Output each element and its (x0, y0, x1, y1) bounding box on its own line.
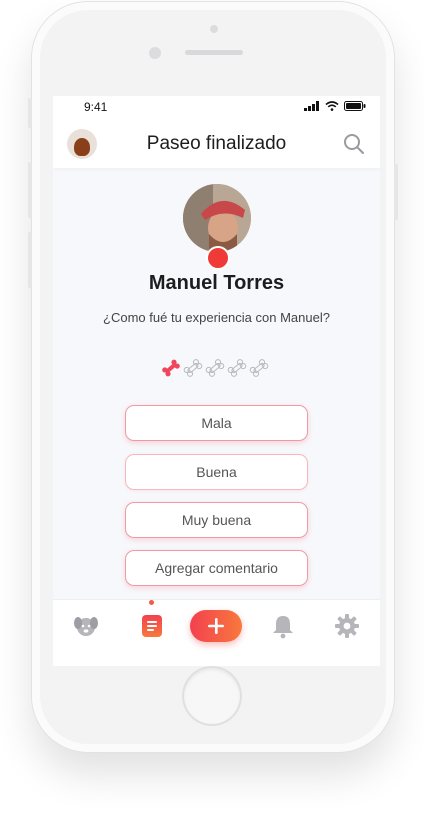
volume-down-button (28, 232, 32, 288)
power-button (394, 164, 398, 220)
gear-icon[interactable] (333, 612, 361, 640)
walker-photo (183, 184, 251, 252)
status-icons (304, 101, 366, 111)
header: Paseo finalizado (53, 120, 380, 168)
active-tab-indicator (149, 600, 154, 605)
option-buena-button[interactable]: Buena (125, 454, 308, 490)
signal-icon (304, 101, 319, 111)
experience-question: ¿Como fué tu experiencia con Manuel? (103, 310, 330, 325)
plus-icon (208, 618, 224, 634)
bone-icon[interactable] (183, 358, 203, 378)
page-title: Paseo finalizado (146, 133, 287, 154)
option-mala-button[interactable]: Mala (125, 405, 308, 441)
walker-portrait (183, 184, 251, 252)
option-muy-buena-button[interactable]: Muy buena (125, 502, 308, 538)
bone-rating[interactable] (161, 358, 273, 378)
sensor-dot (210, 25, 218, 33)
search-icon[interactable] (342, 132, 366, 156)
wifi-icon (325, 101, 339, 111)
mute-switch (28, 98, 32, 128)
earpiece-speaker (185, 50, 243, 55)
add-walk-button[interactable] (190, 610, 242, 642)
bell-icon[interactable] (269, 612, 297, 640)
bone-icon[interactable] (205, 358, 225, 378)
volume-up-button (28, 162, 32, 218)
list-icon[interactable] (138, 612, 166, 640)
bottom-tab-bar (53, 599, 380, 666)
bone-icon[interactable] (249, 358, 269, 378)
status-time: 9:41 (84, 100, 108, 114)
bone-icon[interactable] (161, 358, 181, 378)
online-status-dot (206, 246, 230, 270)
walker-name: Manuel Torres (148, 272, 285, 294)
front-camera (149, 47, 161, 59)
status-bar: 9:41 (53, 96, 380, 120)
home-button[interactable] (184, 668, 240, 724)
dog-icon[interactable] (72, 612, 100, 640)
battery-icon (344, 101, 366, 111)
bone-icon[interactable] (227, 358, 247, 378)
add-comment-button[interactable]: Agregar comentario (125, 550, 308, 586)
app-screen: 9:41 Paseo finalizado Manuel Torres ¿Com… (53, 96, 380, 666)
